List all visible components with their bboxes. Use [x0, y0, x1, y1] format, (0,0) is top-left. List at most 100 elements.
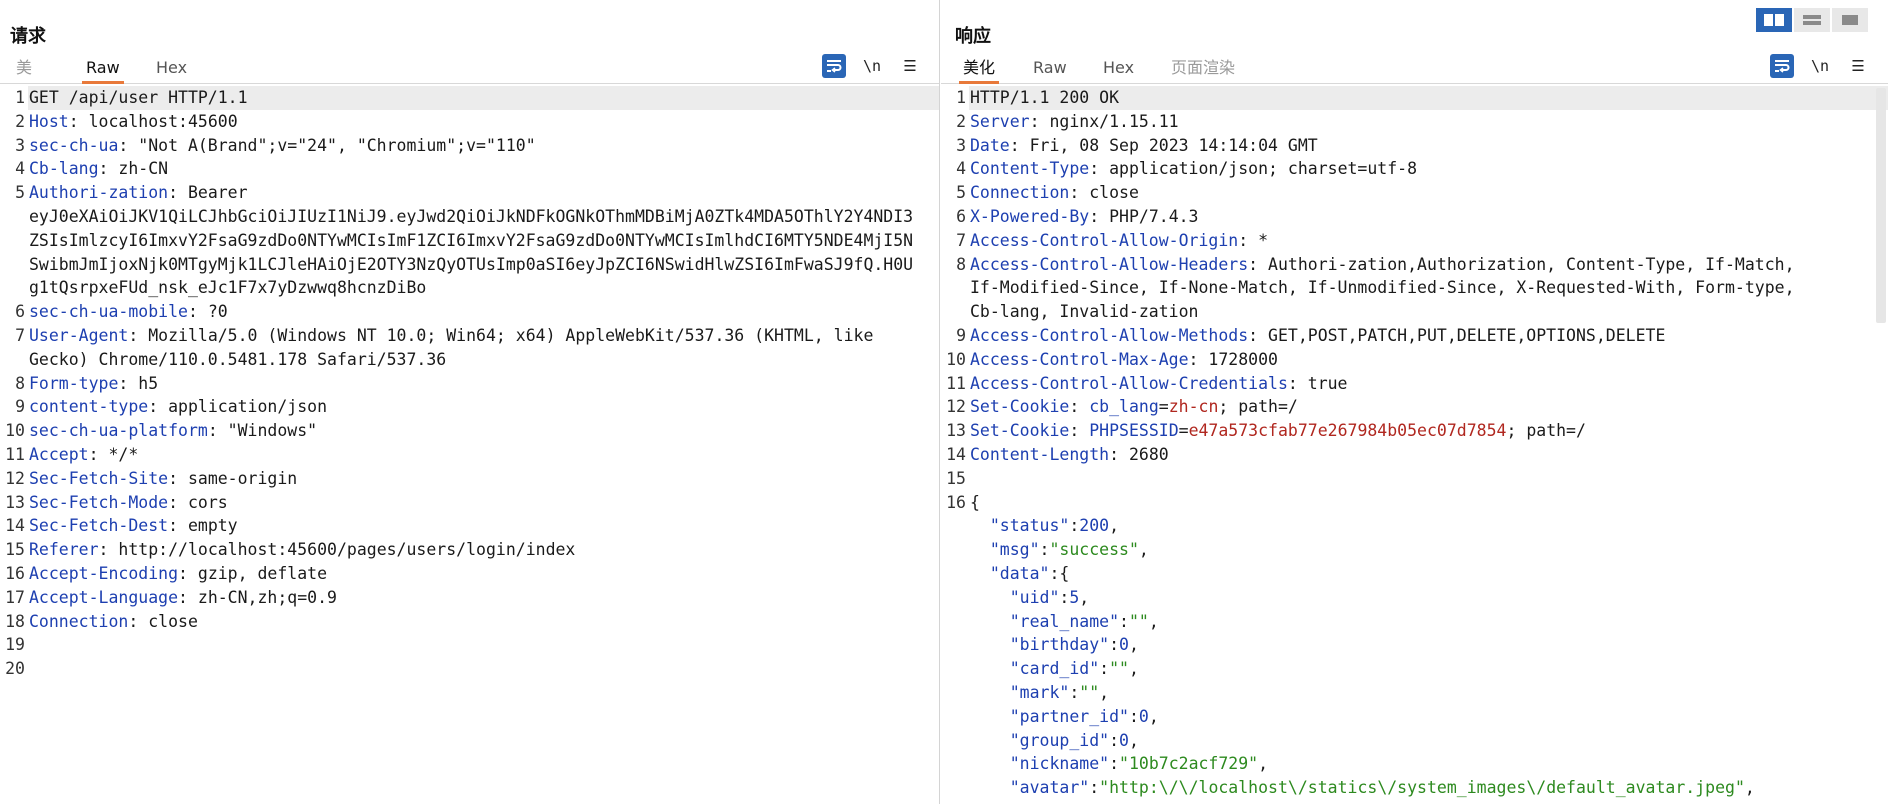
tab-request-pretty[interactable]: 美 — [12, 57, 36, 84]
line-number: 15 — [946, 468, 966, 488]
line-content: sec-ch-ua-mobile: ?0 — [28, 300, 939, 324]
line-content: "card_id":"", — [969, 657, 1888, 681]
response-scrollbar[interactable] — [1876, 88, 1886, 323]
line-content: "data":{ — [969, 562, 1888, 586]
token-jkey: "msg" — [989, 540, 1040, 560]
line-content — [28, 633, 939, 657]
code-line: 12 Set-Cookie: cb_lang=zh-cn; path=/ — [941, 395, 1888, 419]
header-name: Referer — [29, 540, 99, 560]
tab-response-pretty[interactable]: 美化 — [959, 57, 1000, 84]
token-text: HTTP/1.1 200 OK — [970, 88, 1120, 107]
line-content: sec-ch-ua-platform: "Windows" — [28, 419, 939, 443]
line-number: 19 — [5, 635, 25, 655]
tab-response-raw[interactable]: Raw — [1029, 57, 1071, 84]
split-horizontal-layout-button[interactable] — [1756, 8, 1792, 32]
line-number: 5 — [956, 183, 966, 203]
code-line: "real_name":"", — [941, 610, 1888, 634]
line-content: Gecko) Chrome/110.0.5481.178 Safari/537.… — [28, 348, 939, 372]
line-content: HTTP/1.1 200 OK — [969, 86, 1888, 110]
token-jnum: 5 — [1069, 587, 1080, 607]
code-line: 4 Content-Type: application/json; charset… — [941, 157, 1888, 181]
response-newline-toggle[interactable]: \n — [1808, 54, 1832, 78]
token-text: : — [1109, 730, 1120, 750]
response-wrap-lines-button[interactable] — [1770, 54, 1794, 78]
token-jnum: 200 — [1079, 516, 1110, 536]
line-content: sec-ch-ua: "Not A(Brand";v="24", "Chromi… — [28, 134, 939, 158]
request-menu-icon[interactable]: ☰ — [898, 54, 922, 78]
code-line: ZSIsImlzcyI6ImxvY2FsaG9zdDo0NTYwMCIsImF1… — [0, 229, 939, 253]
line-number: 4 — [15, 159, 25, 179]
token-text: , — [1128, 659, 1139, 679]
line-number: 3 — [15, 135, 25, 155]
token-text: = — [1178, 421, 1189, 441]
line-number: 17 — [5, 587, 25, 607]
response-tools: \n ☰ — [1770, 54, 1870, 78]
token-text: If-Modified-Since, If-None-Match, If-Unm… — [970, 278, 1795, 298]
line-content: SwibmJmIjoxNjk0MTgyMjk1LCJleHAiOjE2OTY3N… — [28, 253, 939, 277]
header-name: Accept — [29, 444, 89, 464]
line-content: "uid":5, — [969, 586, 1888, 610]
token-cv: zh-cn — [1168, 397, 1219, 417]
token-cv: e47a573cfab77e267984b05ec07d7854 — [1188, 421, 1507, 441]
code-line: 18 Connection: close — [0, 610, 939, 634]
token-text: : * — [1238, 230, 1269, 250]
request-editor[interactable]: 1 GET /api/user HTTP/1.1 2 Host: localhost:… — [0, 86, 939, 804]
code-line: 11 Accept: */* — [0, 443, 939, 467]
line-number: 4 — [956, 159, 966, 179]
response-menu-icon[interactable]: ☰ — [1846, 54, 1870, 78]
line-number: 14 — [946, 444, 966, 464]
line-number: 3 — [956, 135, 966, 155]
line-content: Authori-zation: Bearer — [28, 181, 939, 205]
token-jkey: "birthday" — [1009, 635, 1110, 655]
token-text: , — [1128, 730, 1139, 750]
token-text: : Bearer — [168, 183, 248, 203]
line-number: 8 — [956, 254, 966, 274]
token-text: : empty — [168, 516, 238, 536]
line-number: 11 — [946, 373, 966, 393]
token-text: : gzip, deflate — [178, 563, 328, 583]
token-jstr: "http:\/\/localhost\/statics\/system_ima… — [1099, 778, 1745, 798]
tab-request-hex[interactable]: Hex — [152, 57, 191, 84]
token-jstr: "" — [1079, 682, 1100, 702]
header-name: Content-Type — [970, 159, 1090, 179]
code-line: "partner_id":0, — [941, 705, 1888, 729]
single-pane-layout-button[interactable] — [1832, 8, 1868, 32]
columns-icon — [1764, 14, 1784, 26]
code-line: 6 sec-ch-ua-mobile: ?0 — [0, 300, 939, 324]
header-name: Accept-Language — [29, 587, 179, 607]
code-line: "mark":"", — [941, 681, 1888, 705]
header-name: Access-Control-Allow-Headers — [970, 254, 1249, 274]
code-line: g1tQsrpxeFUd_nsk_eJc1F7x7yDzwwq8hcnzDiBo — [0, 276, 939, 300]
split-vertical-layout-button[interactable] — [1794, 8, 1830, 32]
line-content: Sec-Fetch-Site: same-origin — [28, 467, 939, 491]
code-line: 5 Connection: close — [941, 181, 1888, 205]
request-wrap-lines-button[interactable] — [822, 54, 846, 78]
line-number: 13 — [946, 421, 966, 441]
token-text: : close — [1069, 183, 1139, 203]
token-text: , — [1099, 682, 1110, 702]
code-line: 3 sec-ch-ua: "Not A(Brand";v="24", "Chrom… — [0, 134, 939, 158]
tab-request-raw[interactable]: Raw — [82, 57, 124, 84]
token-text: : 2680 — [1109, 444, 1169, 464]
token-text: , — [1079, 587, 1090, 607]
response-title: 响应 — [955, 26, 991, 47]
header-name: Date — [970, 135, 1010, 155]
token-text: : http://localhost:45600/pages/users/log… — [98, 540, 576, 560]
tab-response-hex[interactable]: Hex — [1099, 57, 1138, 84]
line-number: 20 — [5, 659, 25, 679]
code-line: 15 Referer: http://localhost:45600/pages/… — [0, 538, 939, 562]
line-number: 11 — [5, 444, 25, 464]
token-text: ; path=/ — [1218, 397, 1298, 417]
token-text: : — [1069, 397, 1090, 417]
request-newline-toggle[interactable]: \n — [860, 54, 884, 78]
token-text: = — [1158, 397, 1169, 417]
line-content: "birthday":0, — [969, 633, 1888, 657]
token-text: , — [1148, 706, 1159, 726]
token-text: , — [1744, 778, 1755, 798]
code-line: 19 — [0, 633, 939, 657]
code-line: 15 — [941, 467, 1888, 491]
response-editor[interactable]: 1 HTTP/1.1 200 OK 2 Server: nginx/1.15.11 3 D… — [941, 86, 1888, 804]
tab-response-render[interactable]: 页面渲染 — [1167, 57, 1239, 84]
code-line: "status":200, — [941, 514, 1888, 538]
code-line: 10 Access-Control-Max-Age: 1728000 — [941, 348, 1888, 372]
